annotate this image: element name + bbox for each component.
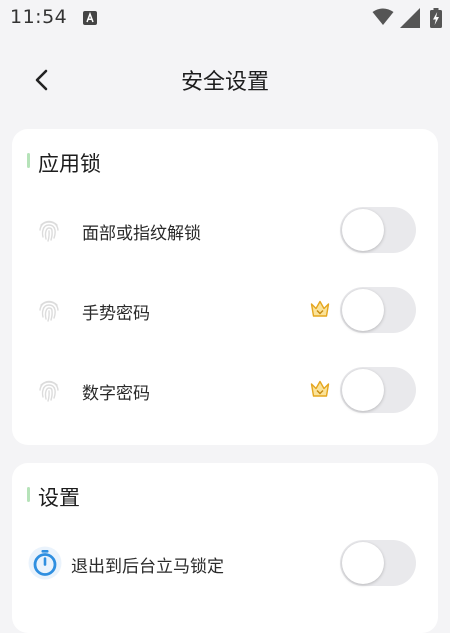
settings-section-title: 设置 bbox=[38, 486, 80, 510]
toggle-knob bbox=[342, 209, 384, 251]
a-notification-icon bbox=[83, 11, 97, 25]
status-time: 11:54 bbox=[10, 6, 68, 28]
fingerprint-icon bbox=[39, 380, 59, 402]
gesture-password-row[interactable]: 手势密码 bbox=[12, 280, 438, 340]
stopwatch-icon bbox=[28, 546, 62, 580]
lock-on-background-row[interactable]: 退出到后台立马锁定 bbox=[12, 533, 438, 593]
wifi-icon bbox=[372, 8, 394, 25]
numeric-password-toggle[interactable] bbox=[340, 367, 416, 413]
fingerprint-icon bbox=[39, 300, 59, 322]
face-or-fingerprint-unlock-row[interactable]: 面部或指纹解锁 bbox=[12, 200, 438, 260]
toggle-knob bbox=[342, 289, 384, 331]
lock-on-background-toggle[interactable] bbox=[340, 540, 416, 586]
fingerprint-icon bbox=[39, 220, 59, 242]
numeric-password-label: 数字密码 bbox=[82, 384, 150, 404]
gesture-password-label: 手势密码 bbox=[82, 304, 150, 324]
page-title: 安全设置 bbox=[180, 70, 269, 95]
settings-card: 设置 退出到后台立马锁定 bbox=[12, 463, 438, 633]
status-bar: 11:54 bbox=[0, 0, 450, 36]
face-or-fingerprint-unlock-toggle[interactable] bbox=[340, 207, 416, 253]
app-lock-section-title: 应用锁 bbox=[38, 152, 101, 176]
section-accent-bar bbox=[27, 153, 30, 168]
lock-on-background-label: 退出到后台立马锁定 bbox=[71, 557, 224, 577]
crown-icon bbox=[310, 300, 330, 317]
section-accent-bar bbox=[27, 487, 30, 502]
crown-icon bbox=[310, 380, 330, 397]
toggle-knob bbox=[342, 369, 384, 411]
app-lock-card: 应用锁 面部或指纹解锁 手势密码 数字密码 bbox=[12, 129, 438, 445]
app-bar: 安全设置 bbox=[0, 44, 450, 114]
toggle-knob bbox=[342, 542, 384, 584]
gesture-password-toggle[interactable] bbox=[340, 287, 416, 333]
cell-signal-icon bbox=[400, 8, 420, 28]
numeric-password-row[interactable]: 数字密码 bbox=[12, 360, 438, 420]
face-or-fingerprint-unlock-label: 面部或指纹解锁 bbox=[82, 224, 201, 244]
battery-charging-icon bbox=[430, 8, 442, 28]
